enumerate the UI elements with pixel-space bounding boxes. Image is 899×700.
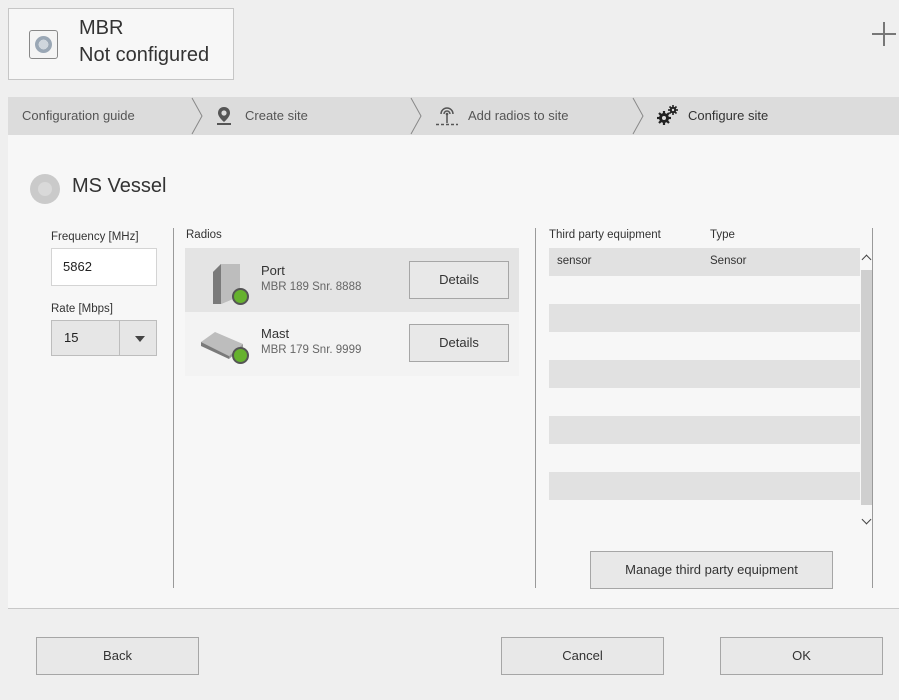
breadcrumb-label: Add radios to site <box>468 108 569 123</box>
breadcrumb-item-create-site[interactable]: Create site <box>216 97 406 135</box>
table-row-empty <box>549 444 860 472</box>
radio-row-mast[interactable]: Mast MBR 179 Snr. 9999 Details <box>185 312 519 376</box>
status-ok-icon <box>232 347 249 364</box>
chevron-right-icon <box>632 97 644 135</box>
footer-divider <box>8 608 899 609</box>
ok-button[interactable]: OK <box>720 637 883 675</box>
antenna-icon <box>436 107 458 126</box>
table-row-empty <box>549 304 860 332</box>
manage-third-party-button[interactable]: Manage third party equipment <box>590 551 833 589</box>
table-row-empty <box>549 388 860 416</box>
radio-row-port[interactable]: Port MBR 189 Snr. 8888 Details <box>185 248 519 312</box>
status-ok-icon <box>232 288 249 305</box>
radio-mast-details-button[interactable]: Details <box>409 324 509 362</box>
site-name: MS Vessel <box>72 175 167 197</box>
scroll-up-icon[interactable] <box>861 254 872 265</box>
divider <box>535 228 536 588</box>
table-row-empty <box>549 500 860 529</box>
rate-select[interactable]: 15 <box>51 320 157 356</box>
divider <box>173 228 174 588</box>
table-row-empty <box>549 416 860 444</box>
back-button[interactable]: Back <box>36 637 199 675</box>
cancel-button[interactable]: Cancel <box>501 637 664 675</box>
breadcrumb-label: Configure site <box>688 108 769 123</box>
device-name: MBR <box>79 17 124 39</box>
breadcrumb: Configuration guide Create site Add radi… <box>8 97 899 135</box>
device-card: MBR Not configured <box>8 8 234 80</box>
breadcrumb-item-configure-site[interactable]: Configure site <box>656 97 856 135</box>
caret-down-icon <box>135 336 145 342</box>
table-row[interactable]: sensor Sensor <box>549 248 860 276</box>
breadcrumb-label: Configuration guide <box>22 108 135 123</box>
radio-detail: MBR 179 Snr. 9999 <box>261 344 362 356</box>
select-divider <box>119 321 120 355</box>
radios-header: Radios <box>186 229 222 241</box>
frequency-input[interactable]: 5862 <box>51 248 157 286</box>
breadcrumb-item-add-radios[interactable]: Add radios to site <box>435 97 635 135</box>
device-icon <box>29 30 58 59</box>
table-row-empty <box>549 332 860 360</box>
scrollbar-thumb[interactable] <box>861 270 872 505</box>
table-cell-type: Sensor <box>710 255 747 267</box>
breadcrumb-item-configuration-guide[interactable]: Configuration guide <box>22 97 135 135</box>
chevron-right-icon <box>410 97 422 135</box>
breadcrumb-label: Create site <box>245 108 308 123</box>
table-row-empty <box>549 276 860 304</box>
wifi-site-icon <box>30 174 60 204</box>
column-header-type: Type <box>710 229 735 241</box>
frequency-label: Frequency [MHz] <box>51 231 139 243</box>
divider <box>872 228 873 588</box>
table-cell-name: sensor <box>557 255 592 267</box>
radio-name: Port <box>261 263 285 278</box>
gears-icon <box>657 105 678 125</box>
column-header-equipment: Third party equipment <box>549 229 661 241</box>
radio-port-details-button[interactable]: Details <box>409 261 509 299</box>
add-button[interactable] <box>872 22 896 46</box>
radio-name: Mast <box>261 326 290 341</box>
configure-site-panel: MS Vessel Frequency [MHz] 5862 Rate [Mbp… <box>8 135 899 608</box>
scroll-down-icon[interactable] <box>861 514 872 525</box>
rate-value: 15 <box>64 330 79 345</box>
table-row-empty <box>549 472 860 500</box>
rate-label: Rate [Mbps] <box>51 303 113 315</box>
third-party-table: sensor Sensor <box>549 248 860 529</box>
device-status: Not configured <box>79 44 210 66</box>
map-pin-icon <box>217 107 231 125</box>
radio-detail: MBR 189 Snr. 8888 <box>261 281 362 293</box>
table-row-empty <box>549 360 860 388</box>
chevron-right-icon <box>191 97 203 135</box>
